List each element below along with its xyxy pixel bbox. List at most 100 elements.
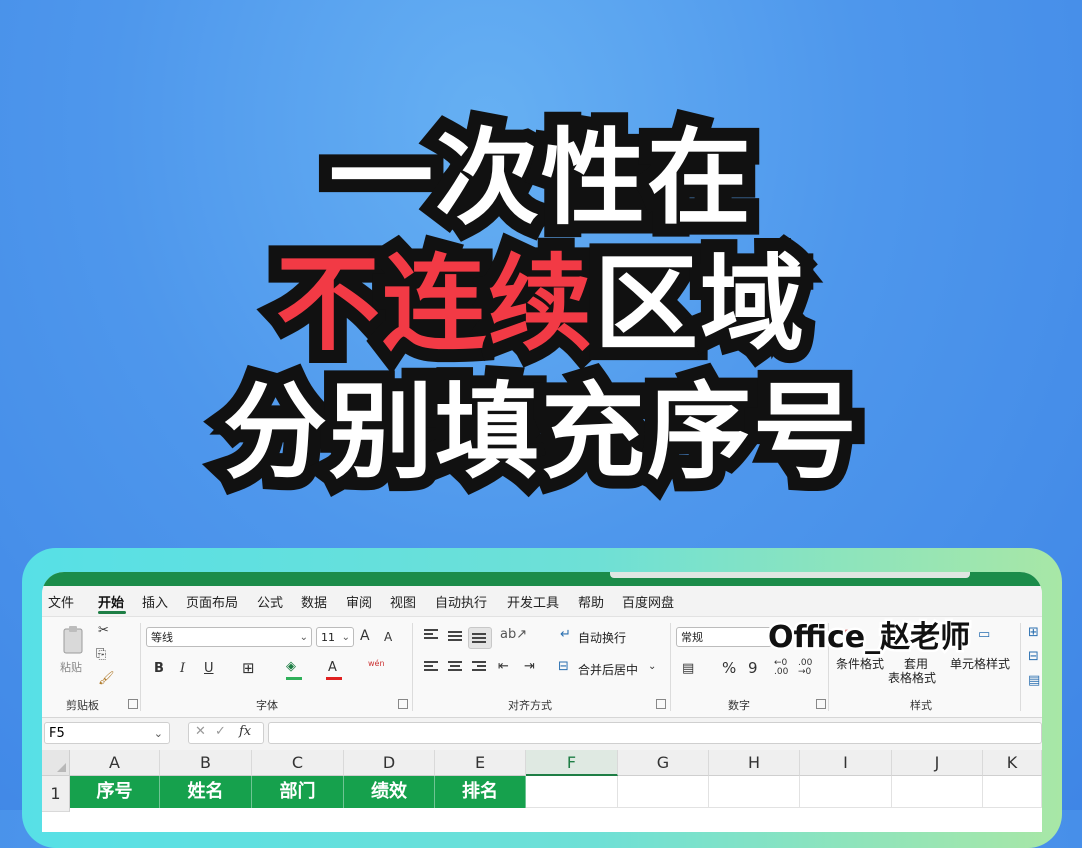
insert-cells-icon[interactable]: ⊞	[1028, 625, 1039, 640]
menu-baidu-netdisk[interactable]: 百度网盘	[622, 592, 674, 611]
decrease-indent-icon[interactable]: ⇤	[498, 659, 509, 674]
borders-icon[interactable]: ⊞	[242, 659, 255, 677]
align-right-icon[interactable]	[472, 661, 486, 673]
separator	[670, 623, 671, 711]
menu-help[interactable]: 帮助	[578, 592, 604, 611]
number-format-select[interactable]: 常规	[676, 627, 772, 647]
grid-cell[interactable]	[618, 776, 709, 808]
chevron-down-icon[interactable]: ⌄	[648, 661, 656, 672]
column-header[interactable]: I	[800, 750, 892, 776]
font-color-icon[interactable]: A	[328, 660, 337, 675]
column-header[interactable]: K	[983, 750, 1042, 776]
menu-file[interactable]: 文件	[48, 592, 74, 611]
select-all-corner[interactable]	[42, 750, 70, 776]
underline-button[interactable]: U	[204, 661, 214, 676]
font-launcher-icon[interactable]	[398, 699, 408, 709]
menu-insert[interactable]: 插入	[142, 592, 168, 611]
title-highlight: 不连续	[263, 231, 605, 377]
shrink-font-icon[interactable]: A	[384, 630, 392, 644]
percent-button[interactable]: %	[722, 659, 736, 677]
menu-developer[interactable]: 开发工具	[507, 592, 559, 611]
paste-button[interactable]: 粘贴	[60, 659, 82, 675]
font-name-select[interactable]: 等线 ⌄	[146, 627, 312, 647]
align-bottom-icon[interactable]	[472, 633, 486, 645]
italic-button[interactable]: I	[180, 661, 185, 676]
menu-review[interactable]: 审阅	[346, 592, 372, 611]
align-middle-icon[interactable]	[448, 631, 462, 643]
column-header[interactable]: J	[892, 750, 983, 776]
column-header[interactable]: A	[70, 750, 160, 776]
grid-cell[interactable]	[709, 776, 800, 808]
format-painter-icon[interactable]: 🖌	[98, 671, 115, 686]
column-header[interactable]: H	[709, 750, 800, 776]
clipboard-launcher-icon[interactable]	[128, 699, 138, 709]
name-box[interactable]: F5 ⌄	[44, 722, 170, 744]
menu-data[interactable]: 数据	[301, 592, 327, 611]
cancel-icon[interactable]: ✕	[195, 724, 206, 739]
column-header[interactable]: G	[618, 750, 709, 776]
wrap-text-icon[interactable]: ↵	[560, 627, 571, 642]
delete-cells-icon[interactable]: ⊟	[1028, 649, 1039, 664]
align-center-icon[interactable]	[448, 661, 462, 673]
cell-styles-button[interactable]: 单元格样式	[950, 655, 1010, 672]
menu-home[interactable]: 开始	[98, 592, 124, 611]
menu-page-layout[interactable]: 页面布局	[186, 592, 238, 611]
chevron-down-icon: ⌄	[341, 632, 350, 643]
column-header[interactable]: D	[344, 750, 435, 776]
column-header[interactable]: E	[435, 750, 526, 776]
title-line-3: 分别填充序号	[210, 359, 870, 505]
number-format-value: 常规	[681, 631, 703, 644]
confirm-icon[interactable]: ✓	[215, 724, 226, 739]
column-header[interactable]: C	[252, 750, 344, 776]
bold-button[interactable]: B	[154, 661, 164, 676]
wrap-text-button[interactable]: 自动换行	[578, 629, 626, 646]
merge-center-button[interactable]: 合并后居中	[578, 661, 638, 678]
format-as-table-label-2[interactable]: 表格格式	[888, 669, 936, 686]
cut-icon[interactable]: ✂	[98, 623, 109, 638]
fill-color-icon[interactable]: ◈	[286, 659, 296, 674]
grid-cell[interactable]	[800, 776, 892, 808]
decrease-decimal-icon[interactable]: .00 →0	[798, 659, 812, 677]
align-top-icon[interactable]	[424, 629, 438, 641]
grow-font-icon[interactable]: A	[360, 628, 370, 644]
grid-cell[interactable]	[892, 776, 983, 808]
menu-formulas[interactable]: 公式	[257, 592, 283, 611]
row-header[interactable]: 1	[42, 776, 70, 812]
merge-center-icon[interactable]: ⊟	[558, 659, 569, 674]
column-header[interactable]: B	[160, 750, 252, 776]
header-cell[interactable]: 排名	[435, 776, 526, 808]
clipboard-group-label: 剪贴板	[66, 699, 99, 712]
excel-window: 文件 开始 插入 页面布局 公式 数据 审阅 视图 自动执行 开发工具 帮助 百…	[42, 572, 1042, 832]
header-cell[interactable]: 部门	[252, 776, 344, 808]
number-launcher-icon[interactable]	[816, 699, 826, 709]
cell-styles-icon[interactable]: ▭	[978, 627, 990, 642]
grid-cell[interactable]	[983, 776, 1042, 808]
column-header-selected[interactable]: F	[526, 750, 618, 776]
menu-view[interactable]: 视图	[390, 592, 416, 611]
phonetic-icon[interactable]: wén	[368, 659, 385, 668]
font-size-select[interactable]: 11 ⌄	[316, 627, 354, 647]
font-group-label: 字体	[256, 699, 278, 712]
insert-function-icon[interactable]: fx	[239, 724, 251, 739]
header-cell[interactable]: 姓名	[160, 776, 252, 808]
comma-style-button[interactable]: 9	[748, 659, 758, 677]
alignment-launcher-icon[interactable]	[656, 699, 666, 709]
header-cell[interactable]: 绩效	[344, 776, 435, 808]
orientation-icon[interactable]: ab↗	[500, 627, 527, 642]
separator	[412, 623, 413, 711]
separator	[140, 623, 141, 711]
accounting-format-icon[interactable]: ▤	[682, 661, 694, 676]
copy-icon[interactable]: ⎘	[96, 647, 106, 662]
increase-decimal-icon[interactable]: ←0.00	[774, 659, 788, 677]
font-size-value: 11	[321, 631, 335, 644]
menu-automate[interactable]: 自动执行	[435, 592, 487, 611]
grid-cell[interactable]	[526, 776, 618, 808]
paste-icon[interactable]	[58, 625, 88, 657]
formula-input[interactable]	[268, 722, 1042, 744]
header-cell[interactable]: 序号	[70, 776, 160, 808]
align-left-icon[interactable]	[424, 661, 438, 673]
increase-indent-icon[interactable]: ⇥	[524, 659, 535, 674]
watermark: Office_赵老师	[765, 618, 972, 658]
format-cells-icon[interactable]: ▤	[1028, 673, 1040, 688]
conditional-format-button[interactable]: 条件格式	[836, 655, 884, 672]
